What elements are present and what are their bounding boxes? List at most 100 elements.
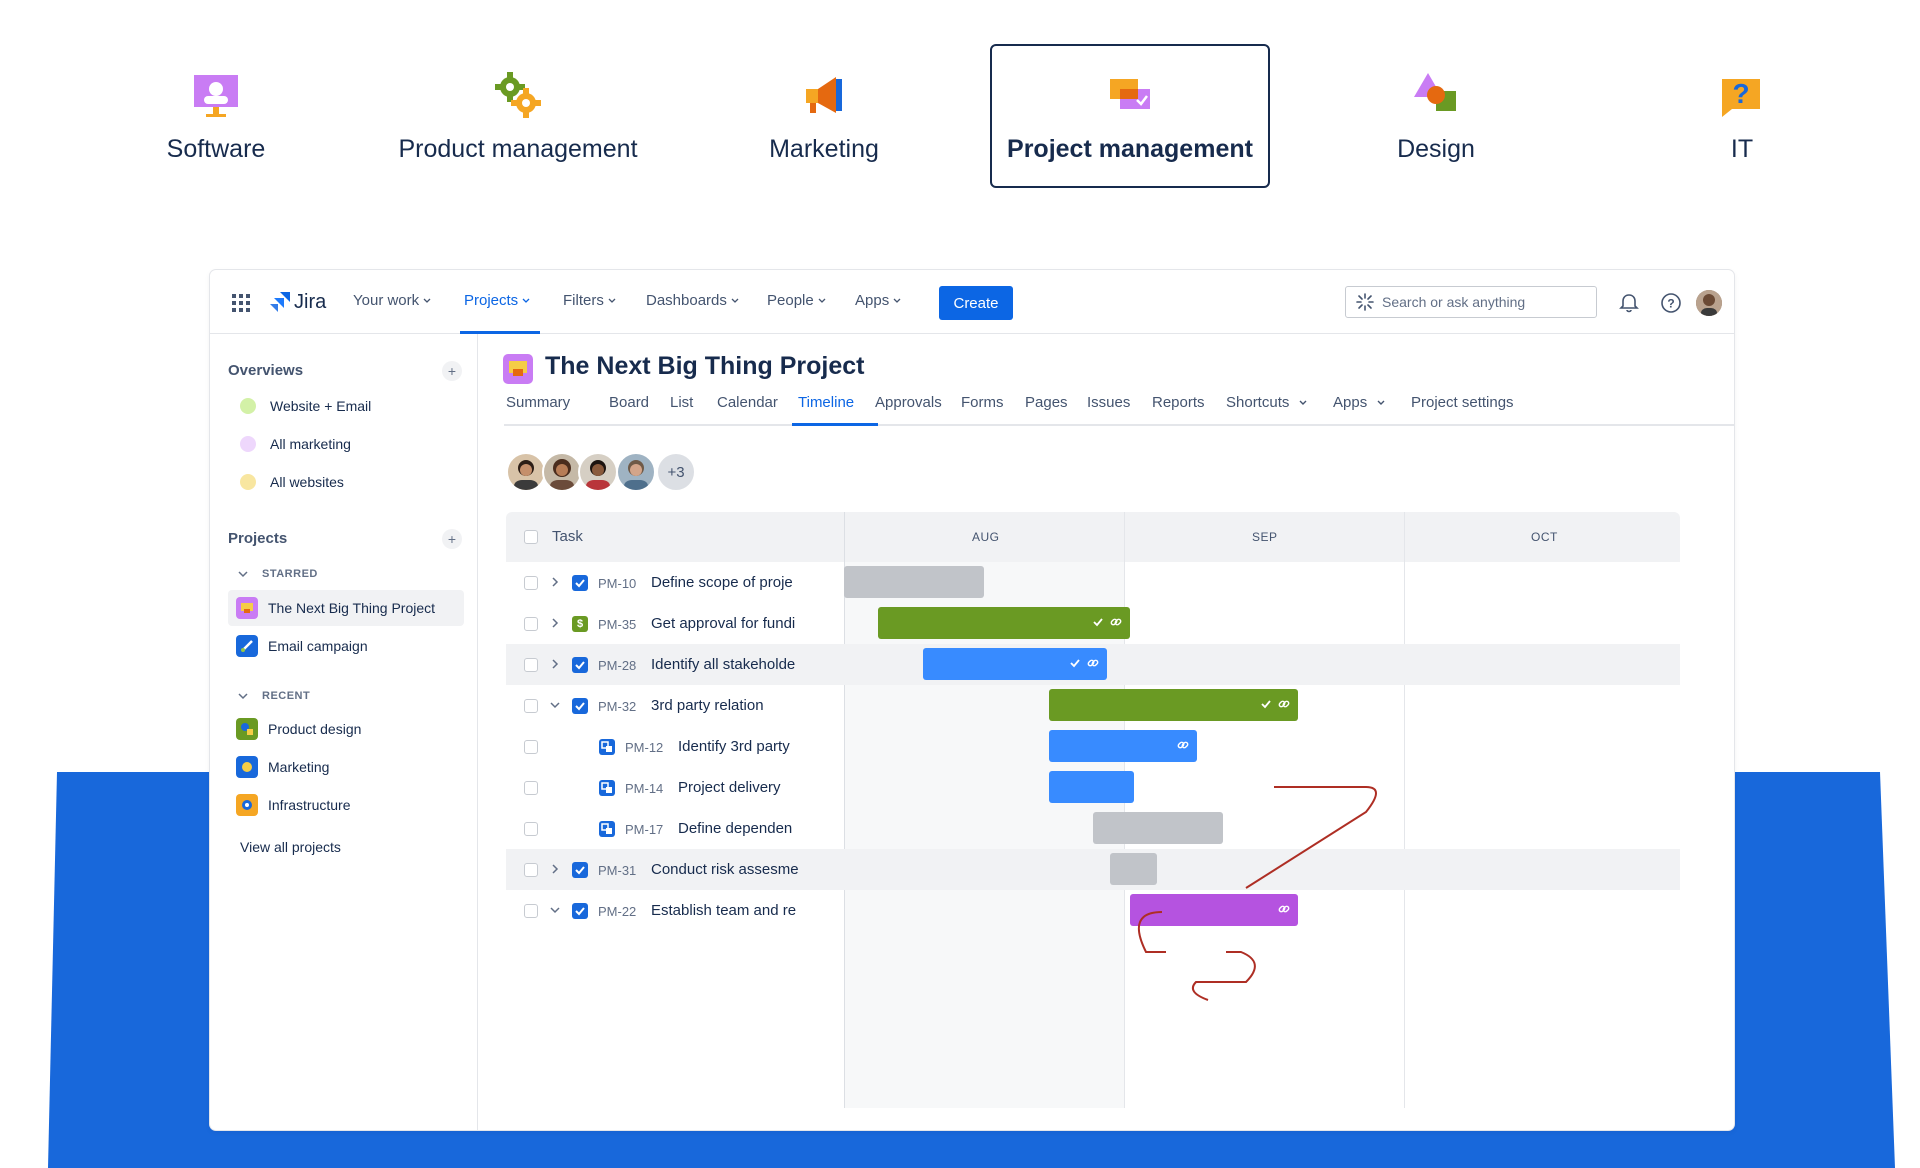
chevron-down-icon <box>608 298 616 303</box>
tab-approvals[interactable]: Approvals <box>875 394 942 411</box>
tab-label: Timeline <box>798 394 855 411</box>
sidebar-item-email-campaign[interactable]: Email campaign <box>232 628 464 664</box>
bell-icon[interactable] <box>1618 292 1640 314</box>
sidebar-item-all-marketing[interactable]: All marketing <box>232 426 464 462</box>
app-switcher-icon[interactable] <box>232 294 250 312</box>
plus-icon: + <box>447 363 457 379</box>
chevron-down-icon <box>238 570 248 577</box>
category-label: Product management <box>398 134 638 163</box>
more-people-count[interactable]: +3 <box>656 452 696 492</box>
tab-label: Summary <box>506 394 571 411</box>
nav-label: Projects <box>464 292 519 309</box>
nav-people[interactable]: People <box>767 292 826 309</box>
jira-window: Jira Your work Projects Filters Dashboar… <box>210 270 1734 1130</box>
team-avatar[interactable] <box>506 452 546 492</box>
category-selector: Software Product management Marketing Pr… <box>0 0 1920 200</box>
tab-label: Shortcuts <box>1226 394 1290 411</box>
tab-issues[interactable]: Issues <box>1087 394 1130 411</box>
tab-label: Issues <box>1087 394 1131 411</box>
tab-calendar[interactable]: Calendar <box>717 394 778 411</box>
nav-projects[interactable]: Projects <box>464 292 530 309</box>
category-label: Project management <box>1007 134 1253 163</box>
team-avatar[interactable] <box>616 452 656 492</box>
nav-filters[interactable]: Filters <box>563 292 616 309</box>
nav-dashboards[interactable]: Dashboards <box>646 292 739 309</box>
category-project-management[interactable]: Project management <box>990 44 1270 188</box>
chevron-down-icon <box>1377 400 1385 405</box>
tab-project-settings[interactable]: Project settings <box>1411 394 1514 411</box>
tab-summary[interactable]: Summary <box>506 394 570 411</box>
view-all-projects-link[interactable]: View all projects <box>240 839 341 855</box>
tab-reports[interactable]: Reports <box>1152 394 1205 411</box>
category-it[interactable]: ? IT <box>1602 44 1882 188</box>
category-software[interactable]: Software <box>76 44 356 188</box>
sidebar-item-product-design[interactable]: Product design <box>232 711 464 747</box>
globe-icon <box>240 398 256 414</box>
sidebar-item-label: All marketing <box>270 436 351 452</box>
sidebar-item-label: Email campaign <box>268 638 368 654</box>
recent-section-toggle[interactable]: RECENT <box>238 690 310 702</box>
sidebar: Overviews + Website + Email All marketin… <box>210 334 478 1130</box>
sidebar-item-website-email[interactable]: Website + Email <box>232 388 464 424</box>
monitor-icon <box>194 74 238 117</box>
tab-list[interactable]: List <box>670 394 693 411</box>
tab-board[interactable]: Board <box>609 394 649 411</box>
tab-label: Pages <box>1025 394 1068 411</box>
category-label: Software <box>166 134 266 163</box>
sidebar-item-label: Website + Email <box>270 398 372 414</box>
sidebar-item-all-websites[interactable]: All websites <box>232 464 464 500</box>
project-avatar-icon <box>236 635 258 657</box>
project-avatar-icon <box>236 718 258 740</box>
shapes-icon <box>1414 72 1456 111</box>
overviews-heading: Overviews <box>228 362 304 379</box>
starred-label: STARRED <box>262 568 318 580</box>
project-avatar-icon <box>236 756 258 778</box>
tab-active-indicator <box>792 423 878 426</box>
chevron-down-icon <box>893 298 901 303</box>
project-title: The Next Big Thing Project <box>545 352 865 380</box>
dependency-links <box>1137 786 1377 1001</box>
nav-apps[interactable]: Apps <box>855 292 901 309</box>
tab-timeline[interactable]: Timeline <box>798 394 854 411</box>
category-product-management[interactable]: Product management <box>378 44 658 188</box>
user-avatar[interactable] <box>1696 290 1722 316</box>
tab-forms[interactable]: Forms <box>961 394 1004 411</box>
add-overview-button[interactable]: + <box>442 361 462 381</box>
category-label: IT <box>1730 134 1754 163</box>
category-design[interactable]: Design <box>1296 44 1576 188</box>
team-avatar[interactable] <box>578 452 618 492</box>
jira-logo-icon <box>270 292 290 312</box>
add-project-button[interactable]: + <box>442 529 462 549</box>
sidebar-item-next-big-thing[interactable]: The Next Big Thing Project <box>228 590 464 626</box>
category-marketing[interactable]: Marketing <box>684 44 964 188</box>
team-avatar[interactable] <box>542 452 582 492</box>
svg-text:?: ? <box>1667 297 1674 311</box>
tabs-divider <box>504 424 1734 426</box>
jira-logo[interactable]: Jira <box>270 290 326 314</box>
nav-label: Your work <box>353 292 420 309</box>
tab-label: Calendar <box>717 394 778 411</box>
search-input[interactable]: Search or ask anything <box>1345 286 1597 318</box>
sidebar-item-label: Marketing <box>268 759 330 775</box>
marketing-page: Software Product management Marketing Pr… <box>0 0 1920 1168</box>
chevron-down-icon <box>818 298 826 303</box>
chevron-down-icon <box>731 298 739 303</box>
tab-apps[interactable]: Apps <box>1333 394 1385 411</box>
tab-label: Project settings <box>1411 394 1514 411</box>
tab-shortcuts[interactable]: Shortcuts <box>1226 394 1307 411</box>
sidebar-item-label: Infrastructure <box>268 797 351 813</box>
nav-your-work[interactable]: Your work <box>353 292 431 309</box>
user-avatar-image <box>1696 290 1722 316</box>
help-icon[interactable]: ? <box>1660 292 1682 314</box>
tab-pages[interactable]: Pages <box>1025 394 1068 411</box>
tab-label: Reports <box>1152 394 1205 411</box>
sidebar-item-label: Product design <box>268 721 362 737</box>
sidebar-item-marketing[interactable]: Marketing <box>232 749 464 785</box>
globe-icon <box>240 474 256 490</box>
sidebar-item-infrastructure[interactable]: Infrastructure <box>232 787 464 823</box>
create-button[interactable]: Create <box>939 286 1013 320</box>
tab-label: Apps <box>1333 394 1368 411</box>
starred-section-toggle[interactable]: STARRED <box>238 568 318 580</box>
sidebar-item-label: All websites <box>270 474 344 490</box>
category-label: Marketing <box>769 134 879 163</box>
